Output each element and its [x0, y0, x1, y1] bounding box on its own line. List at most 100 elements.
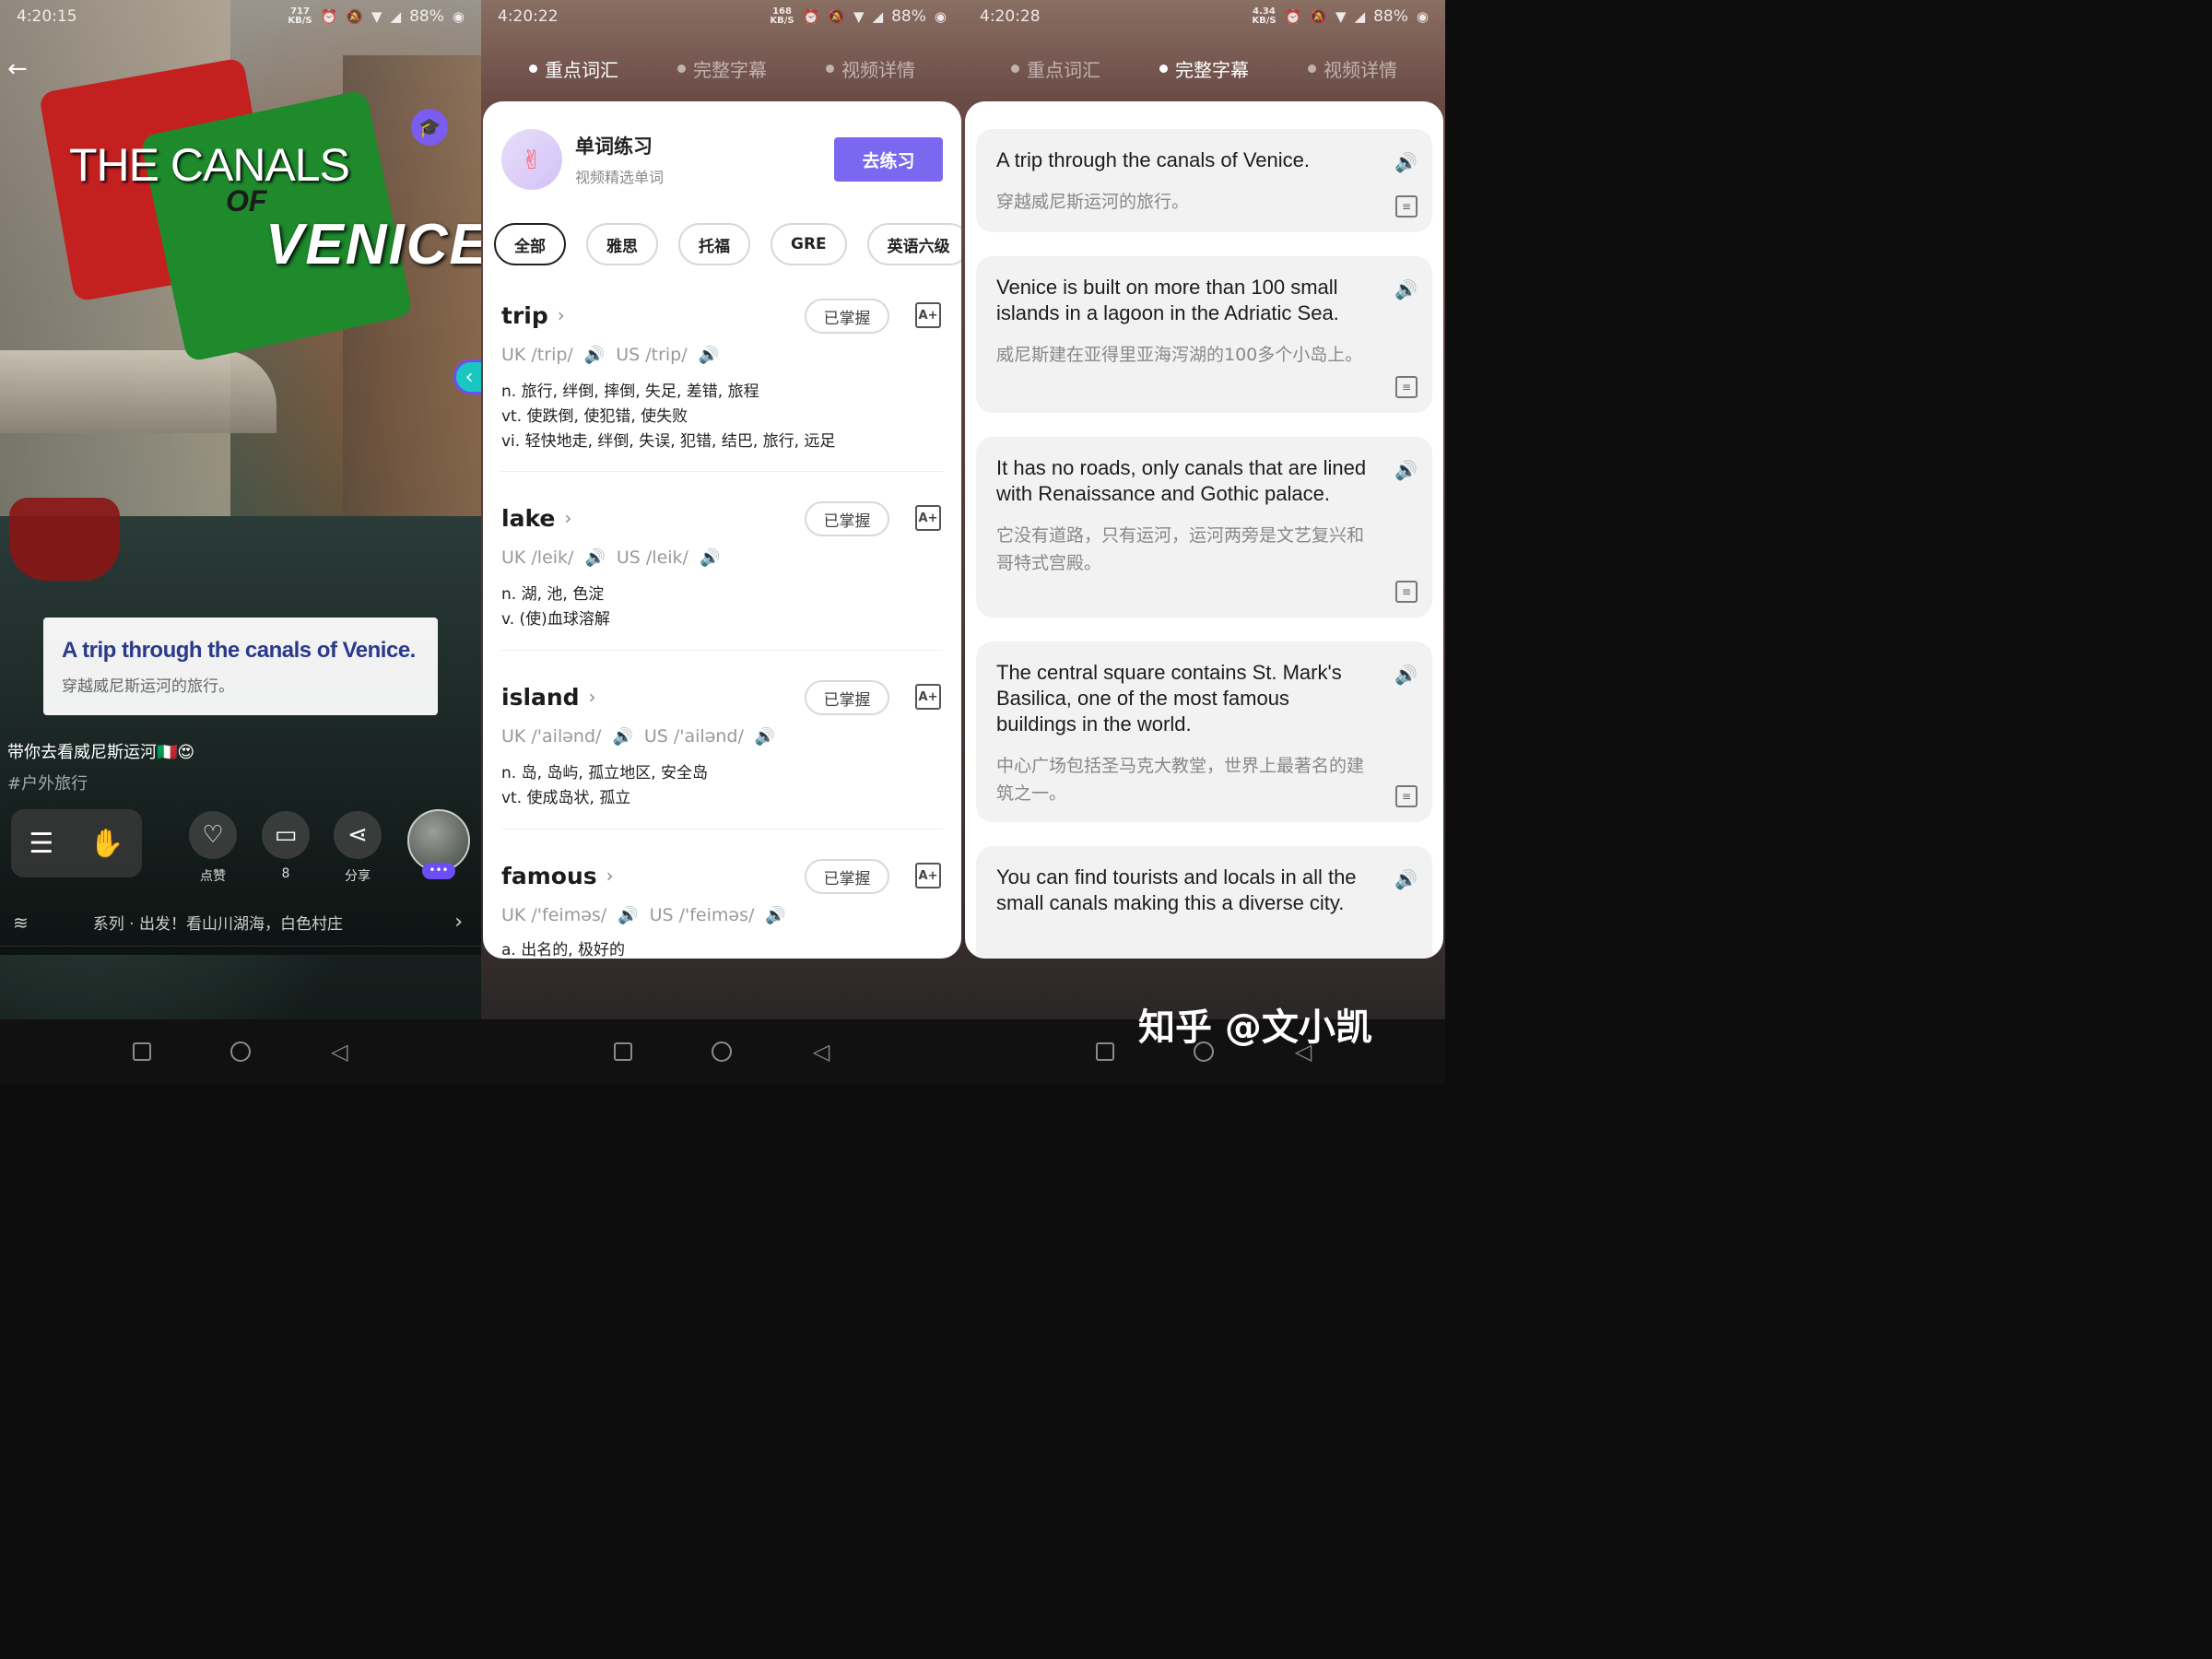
chevron-left-icon[interactable]: ‹ — [453, 359, 481, 394]
speaker-icon[interactable]: 🔊 — [618, 906, 638, 925]
speaker-icon[interactable]: 🔊 — [699, 346, 719, 365]
word-title[interactable]: island — [501, 684, 580, 711]
filter-toefl[interactable]: 托福 — [678, 223, 750, 265]
speaker-icon[interactable]: 🔊 — [765, 906, 785, 925]
subtitle-english: Venice is built on more than 100 small i… — [996, 276, 1339, 324]
wifi-icon: ▼ — [371, 8, 382, 25]
subtitle-item[interactable]: It has no roads, only canals that are li… — [976, 437, 1432, 618]
speaker-icon[interactable]: 🔊 — [755, 727, 775, 747]
word-definitions: n. 旅行, 绊倒, 摔倒, 失足, 差错, 旅程 vt. 使跌倒, 使犯错, … — [501, 382, 836, 451]
filter-all[interactable]: 全部 — [494, 223, 566, 265]
battery-level: 88% — [1373, 7, 1408, 26]
filter-ielts[interactable]: 雅思 — [586, 223, 658, 265]
tab-key-vocab[interactable]: 重点词汇 — [1011, 55, 1100, 82]
speaker-icon[interactable]: 🔊 — [1394, 868, 1418, 890]
wave-hand-icon[interactable]: ✋ — [89, 828, 124, 860]
tab-full-subtitles[interactable]: 完整字幕 — [1159, 55, 1249, 82]
filter-cet6[interactable]: 英语六级 — [866, 223, 961, 265]
back-button[interactable]: ◁ — [807, 1038, 835, 1065]
add-to-notes-icon[interactable]: A+ — [915, 505, 941, 531]
chevron-right-icon[interactable]: › — [589, 686, 596, 708]
subtitle-item[interactable]: The central square contains St. Mark's B… — [976, 641, 1432, 822]
tab-video-details[interactable]: 视频详情 — [1308, 55, 1397, 82]
subtitle-list: A trip through the canals of Venice. 穿越威… — [965, 101, 1443, 959]
system-nav-bar: ◁ — [0, 1019, 481, 1084]
tab-video-details[interactable]: 视频详情 — [826, 55, 915, 82]
note-icon[interactable]: ≡ — [1395, 581, 1418, 603]
add-to-notes-icon[interactable]: A+ — [915, 684, 941, 710]
player-controls: ☰ ✋ — [11, 809, 142, 877]
note-icon[interactable]: ≡ — [1395, 376, 1418, 398]
phonetic-us: US /trip/ — [616, 345, 688, 365]
speaker-icon[interactable]: 🔊 — [612, 727, 632, 747]
word-title[interactable]: trip — [501, 302, 548, 329]
share-button[interactable]: ⋖ 分享 — [330, 811, 385, 885]
recent-apps-button[interactable] — [1091, 1038, 1119, 1065]
subtitle-chinese: 穿越威尼斯运河的旅行。 — [996, 192, 1190, 212]
filter-gre[interactable]: GRE — [771, 223, 847, 265]
mascot-icon[interactable]: 🎓 — [411, 109, 448, 146]
mastered-button[interactable]: 已掌握 — [805, 501, 889, 536]
mastered-button[interactable]: 已掌握 — [805, 299, 889, 334]
battery-level: 88% — [409, 7, 444, 26]
speaker-icon[interactable]: 🔊 — [1394, 459, 1418, 481]
subtitle-card[interactable]: A trip through the canals of Venice. 穿越威… — [43, 618, 438, 715]
phonetic-uk: UK /trip/ — [501, 345, 573, 365]
word-definitions: n. 岛, 岛屿, 孤立地区, 安全岛 vt. 使成岛状, 孤立 — [501, 764, 709, 807]
subtitle-item[interactable]: Venice is built on more than 100 small i… — [976, 256, 1432, 413]
word-card: trip › 已掌握 A+ UK /trip/ 🔊 US /trip/ 🔊 n.… — [501, 291, 943, 472]
word-title[interactable]: lake — [501, 505, 555, 532]
status-bar: 4:20:22 168 KB/S ⏰ 🔕 ▼ ◢ 88% ◉ — [481, 0, 963, 33]
add-to-notes-icon[interactable]: A+ — [915, 302, 941, 328]
back-arrow-icon[interactable]: ← — [7, 55, 28, 83]
home-button[interactable] — [708, 1038, 735, 1065]
system-nav-bar: ◁ — [481, 1019, 963, 1084]
battery-icon: ◉ — [934, 8, 947, 25]
signal-icon: ◢ — [390, 8, 402, 25]
add-to-notes-icon[interactable]: A+ — [915, 863, 941, 888]
word-card: island › 已掌握 A+ UK /'ailənd/ 🔊 US /'ailə… — [501, 673, 943, 830]
recent-apps-button[interactable] — [128, 1038, 156, 1065]
subtitle-english: You can find tourists and locals in all … — [996, 865, 1357, 914]
speaker-icon[interactable]: 🔊 — [700, 548, 720, 568]
speaker-icon[interactable]: 🔊 — [584, 548, 605, 568]
phonetic-us: US /'feiməs/ — [649, 905, 755, 925]
mastered-button[interactable]: 已掌握 — [805, 859, 889, 894]
speaker-icon[interactable]: 🔊 — [584, 346, 605, 365]
canal-water — [0, 516, 481, 955]
subtitle-item[interactable]: A trip through the canals of Venice. 穿越威… — [976, 129, 1432, 232]
settings-sliders-icon[interactable]: ☰ — [29, 828, 53, 860]
back-button[interactable]: ◁ — [325, 1038, 353, 1065]
phonetic-uk: UK /leik/ — [501, 547, 574, 568]
tab-key-vocab[interactable]: 重点词汇 — [529, 55, 618, 82]
avatar-more-badge[interactable]: ••• — [422, 863, 455, 879]
subtitle-english: The central square contains St. Mark's B… — [996, 661, 1342, 735]
phonetic-us: US /leik/ — [616, 547, 688, 568]
video-hashtag[interactable]: #户外旅行 — [7, 771, 88, 794]
chevron-right-icon[interactable]: › — [564, 507, 571, 529]
comment-button[interactable]: ▭ 8 — [258, 811, 313, 881]
chevron-right-icon[interactable]: › — [558, 304, 565, 326]
speaker-icon[interactable]: 🔊 — [1394, 151, 1418, 173]
mastered-button[interactable]: 已掌握 — [805, 680, 889, 715]
note-icon[interactable]: ≡ — [1395, 195, 1418, 218]
go-practice-button[interactable]: 去练习 — [834, 137, 943, 182]
subtitle-english: It has no roads, only canals that are li… — [996, 456, 1367, 505]
word-title[interactable]: famous — [501, 863, 597, 889]
tab-bar: 重点词汇 完整字幕 视频详情 — [963, 55, 1445, 82]
word-definitions: a. 出名的, 极好的 — [501, 941, 626, 959]
subtitle-item[interactable]: You can find tourists and locals in all … — [976, 846, 1432, 959]
speaker-icon[interactable]: 🔊 — [1394, 664, 1418, 686]
tab-full-subtitles[interactable]: 完整字幕 — [677, 55, 767, 82]
note-icon[interactable]: ≡ — [1395, 785, 1418, 807]
home-button[interactable] — [227, 1038, 254, 1065]
chevron-right-icon[interactable]: › — [606, 865, 614, 887]
speaker-icon[interactable]: 🔊 — [1394, 278, 1418, 300]
gondola — [9, 498, 120, 581]
battery-level: 88% — [891, 7, 926, 26]
like-button[interactable]: ♡ 点赞 — [185, 811, 241, 885]
series-bar[interactable]: ≋ 系列 · 出发！看山川湖海，白色村庄 › — [0, 899, 481, 947]
phonetic-uk: UK /'ailənd/ — [501, 726, 602, 747]
subtitles-panel: A trip through the canals of Venice. 穿越威… — [965, 101, 1443, 959]
recent-apps-button[interactable] — [609, 1038, 637, 1065]
